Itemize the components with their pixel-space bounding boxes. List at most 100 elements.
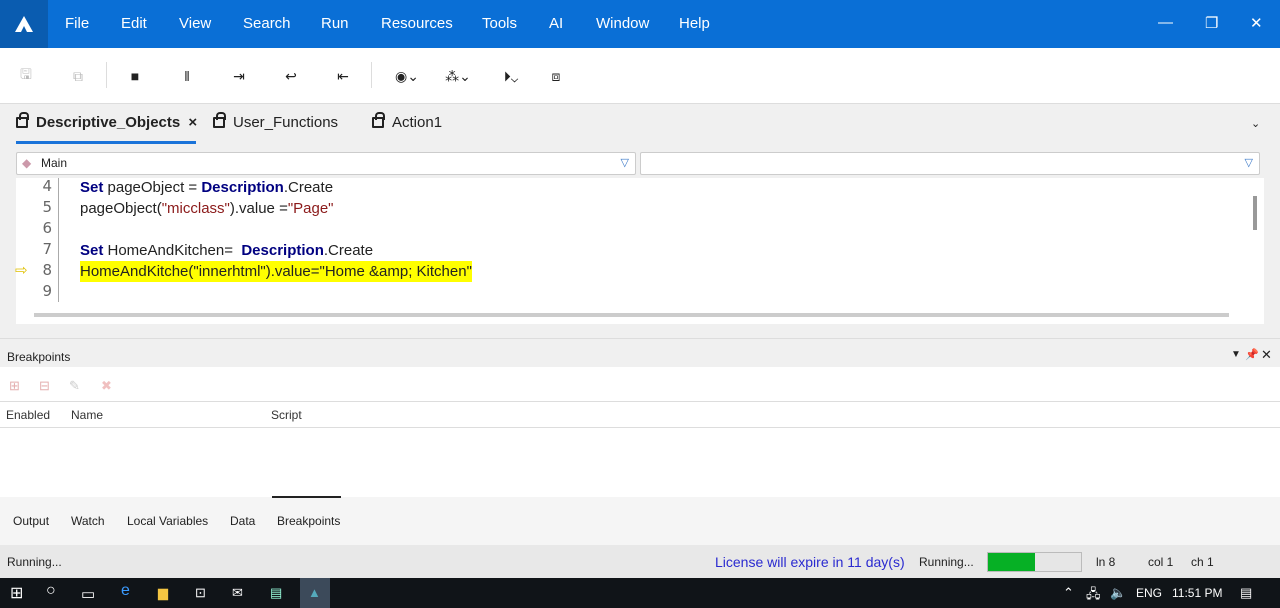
clock[interactable]: 11:51 PM (1172, 586, 1222, 600)
pause-icon[interactable]: ‖ (176, 66, 198, 86)
line-number: 7 (42, 240, 52, 258)
chevron-down-icon: ▽ (620, 157, 629, 169)
add-breakpoint-icon[interactable]: ⊞ (9, 378, 20, 394)
status-text: Running... (7, 555, 62, 569)
save-all-icon[interactable]: ⧉ (67, 66, 89, 86)
tab-local-variables[interactable]: Local Variables (127, 514, 208, 528)
object-spy-icon[interactable]: ⧈ (545, 66, 567, 86)
table-header (0, 401, 1280, 428)
object-dropdown[interactable]: ▽ (640, 152, 1260, 175)
tab-list-chevron-icon[interactable]: ⌄ (1251, 117, 1260, 130)
column-indicator: col 1 (1148, 555, 1174, 569)
notepad-icon[interactable]: ▤ (270, 585, 282, 601)
column-enabled[interactable]: Enabled (6, 408, 50, 422)
line-number: 8 (42, 261, 52, 279)
panel-title: Breakpoints (7, 350, 71, 364)
stop-icon[interactable]: ■ (124, 66, 146, 86)
close-tab-icon[interactable]: × (188, 114, 197, 131)
cortana-icon[interactable]: ○ (46, 582, 56, 600)
active-bottom-tab-indicator (272, 496, 341, 498)
current-line-arrow-icon: ⇨ (15, 262, 28, 279)
store-icon[interactable]: ⊡ (195, 585, 206, 601)
menu-help[interactable]: Help (679, 0, 710, 48)
tab-action1[interactable]: Action1 (372, 112, 442, 136)
menu-tools[interactable]: Tools (482, 0, 517, 48)
line-number: 5 (42, 198, 52, 216)
step-over-icon[interactable]: ↩ (280, 66, 302, 86)
record-dropdown-icon[interactable]: ◉⌄ (392, 66, 422, 86)
menu-search[interactable]: Search (243, 0, 291, 48)
license-link[interactable]: License will expire in 11 day(s) (715, 554, 905, 570)
chevron-down-icon: ▽ (1244, 157, 1253, 169)
toolbar-divider (371, 62, 372, 88)
save-icon[interactable]: 🖫 (15, 66, 37, 86)
line-number: 4 (42, 177, 52, 195)
edit-breakpoint-icon[interactable]: ✎ (69, 378, 80, 394)
menu-file[interactable]: File (65, 0, 89, 48)
menu-ai[interactable]: AI (549, 0, 563, 48)
restore-icon[interactable]: ❐ (1205, 14, 1218, 32)
tab-output[interactable]: Output (13, 514, 49, 528)
windows-start-icon[interactable]: ⊞ (10, 583, 23, 603)
lock-icon (372, 112, 385, 128)
line-indicator: ln 8 (1096, 555, 1116, 569)
tab-user-functions[interactable]: User_Functions (213, 112, 339, 136)
procedure-value: Main (41, 156, 68, 170)
run-dropdown-icon[interactable]: ⏵⌄ (496, 66, 526, 86)
lock-icon (16, 112, 29, 128)
line-number: 6 (42, 219, 52, 237)
menu-resources[interactable]: Resources (381, 0, 453, 48)
tab-breakpoints[interactable]: Breakpoints (277, 514, 340, 528)
step-out-icon[interactable]: ⇤ (332, 66, 354, 86)
tab-label: Descriptive_Objects (36, 114, 181, 131)
module-icon: ◆ (22, 156, 32, 170)
menu-run[interactable]: Run (321, 0, 349, 48)
tab-descriptive-objects[interactable]: Descriptive_Objects × (16, 112, 197, 136)
menu-edit[interactable]: Edit (121, 0, 147, 48)
tray-chevron-icon[interactable]: ⌃ (1063, 585, 1074, 601)
delete-breakpoint-icon[interactable]: ✖ (101, 378, 112, 394)
progress-fill (988, 553, 1035, 571)
lock-icon (213, 112, 226, 128)
network-icon[interactable]: 🖧 (1086, 585, 1101, 607)
volume-icon[interactable]: 🔈 (1110, 585, 1126, 601)
menu-window[interactable]: Window (596, 0, 649, 48)
splitter[interactable] (0, 338, 1280, 339)
minimize-icon[interactable]: — (1158, 14, 1173, 31)
pin-icon[interactable]: 📌 (1245, 348, 1259, 361)
code-line-7: Set HomeAndKitchen= Description.Create (80, 242, 374, 259)
gutter-line (58, 178, 59, 302)
close-window-icon[interactable]: ✕ (1250, 14, 1263, 32)
progress-bar (987, 552, 1082, 572)
vertical-scrollbar[interactable] (1253, 196, 1257, 230)
char-indicator: ch 1 (1191, 555, 1214, 569)
tab-data[interactable]: Data (230, 514, 255, 528)
app-logo-icon (0, 0, 48, 48)
column-script[interactable]: Script (271, 408, 302, 422)
toolbar-divider (106, 62, 107, 88)
panel-header (0, 345, 1280, 367)
close-panel-icon[interactable]: ✕ (1261, 347, 1272, 363)
horizontal-scrollbar[interactable] (34, 313, 1229, 317)
task-view-icon[interactable]: ▭ (81, 585, 95, 603)
ai-dropdown-icon[interactable]: ⁂⌄ (442, 66, 474, 86)
status-bar (0, 545, 1280, 578)
action-center-icon[interactable]: ▤ (1240, 585, 1252, 601)
tab-label: User_Functions (233, 114, 339, 131)
tab-watch[interactable]: Watch (71, 514, 105, 528)
mail-icon[interactable]: ✉ (232, 585, 243, 601)
active-tab-indicator (16, 141, 196, 144)
code-line-8-current: HomeAndKitche("innerhtml").value="Home &… (80, 261, 472, 282)
column-name[interactable]: Name (71, 408, 103, 422)
file-explorer-icon[interactable]: ▆ (158, 585, 168, 601)
language-indicator[interactable]: ENG (1136, 586, 1162, 600)
code-line-5: pageObject("micclass").value ="Page" (80, 200, 334, 217)
menu-view[interactable]: View (179, 0, 211, 48)
procedure-dropdown[interactable]: ◆ Main ▽ (16, 152, 636, 175)
uft-app-icon: ▲ (308, 585, 321, 600)
step-into-icon[interactable]: ⇥ (228, 66, 250, 86)
line-number: 9 (42, 282, 52, 300)
panel-menu-icon[interactable]: ▼ (1231, 349, 1241, 360)
toggle-breakpoint-icon[interactable]: ⊟ (39, 378, 50, 394)
edge-icon[interactable]: e (121, 582, 130, 600)
